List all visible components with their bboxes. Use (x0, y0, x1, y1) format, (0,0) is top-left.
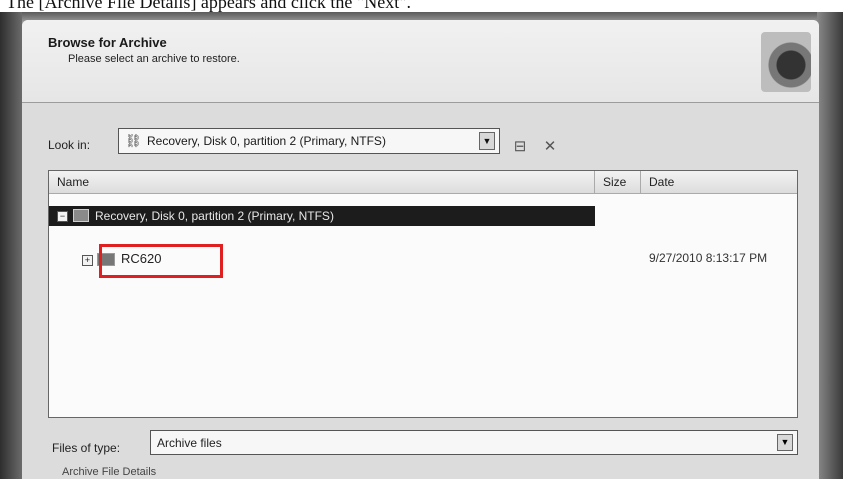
tree-item-label: Recovery, Disk 0, partition 2 (Primary, … (95, 209, 334, 223)
network-icon[interactable]: ⊟ (510, 138, 530, 156)
disk-icon (73, 209, 89, 222)
chevron-down-icon[interactable]: ▼ (777, 434, 793, 451)
column-name[interactable]: Name (49, 171, 595, 193)
archive-file-details-label: Archive File Details (62, 466, 157, 478)
browse-archive-dialog: Browse for Archive Please select an arch… (22, 20, 819, 479)
dialog-subtitle: Please select an archive to restore. (68, 53, 240, 65)
tree-item-date: 9/27/2010 8:13:17 PM (649, 251, 768, 265)
column-date[interactable]: Date (641, 171, 797, 193)
backup-logo-icon (761, 32, 811, 92)
files-of-type-value: Archive files (157, 436, 222, 450)
dialog-header: Browse for Archive Please select an arch… (22, 20, 819, 103)
look-in-dropdown[interactable]: ⛓ Recovery, Disk 0, partition 2 (Primary… (118, 128, 500, 154)
look-in-label: Look in: (48, 138, 91, 152)
archive-list[interactable]: Name Size Date − Recovery, Disk 0, parti… (48, 170, 798, 418)
files-of-type-dropdown[interactable]: Archive files ▼ (150, 430, 798, 455)
monitor-bezel-left (0, 12, 22, 479)
annotation-highlight-box (99, 244, 223, 278)
tree-item-recovery-partition[interactable]: − Recovery, Disk 0, partition 2 (Primary… (49, 206, 595, 226)
chevron-down-icon[interactable]: ▼ (479, 132, 495, 150)
column-size[interactable]: Size (595, 171, 641, 193)
collapse-icon[interactable]: − (57, 211, 68, 222)
monitor-bezel-right (817, 12, 843, 479)
look-in-value: Recovery, Disk 0, partition 2 (Primary, … (147, 134, 386, 148)
tools-icon[interactable]: ✕ (540, 138, 560, 156)
list-header: Name Size Date (49, 171, 797, 194)
dialog-title: Browse for Archive (48, 35, 167, 50)
files-of-type-label: Files of type: (52, 441, 121, 455)
expand-icon[interactable]: + (82, 255, 93, 266)
disk-icon: ⛓ (125, 133, 142, 148)
